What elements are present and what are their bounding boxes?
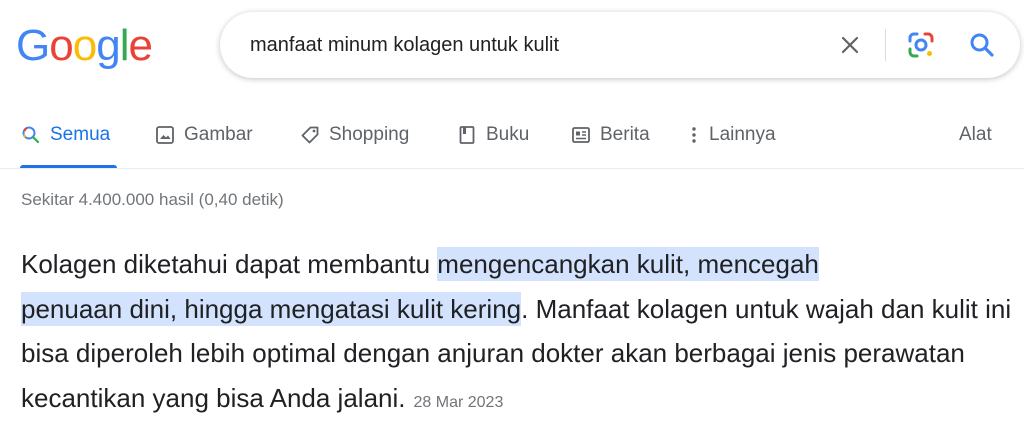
image-icon [154, 124, 176, 146]
snippet-highlight: penuaan dini, hingga mengatasi kulit ker… [21, 291, 522, 326]
tab-berita[interactable]: Berita [570, 112, 650, 158]
tab-label: Berita [600, 124, 650, 145]
search-tabs: Semua Gambar Shopping Buku Berita Lainny… [0, 112, 1024, 170]
search-icon [20, 124, 42, 146]
close-icon [841, 36, 859, 54]
search-input[interactable]: manfaat minum kolagen untuk kulit [250, 12, 559, 78]
logo-letter: l [119, 21, 130, 70]
search-divider [885, 29, 886, 61]
logo-letter: o [72, 21, 98, 70]
logo-letter: g [96, 21, 121, 70]
tab-label: Lainnya [709, 124, 776, 145]
tab-semua[interactable]: Semua [20, 112, 110, 158]
news-icon [570, 124, 592, 146]
tools-label: Alat [959, 124, 992, 145]
logo-letter: e [128, 21, 153, 70]
search-button[interactable] [966, 29, 998, 61]
tab-lainnya[interactable]: Lainnya [687, 112, 776, 158]
snippet-text-before: Kolagen diketahui dapat membantu [21, 249, 438, 279]
tab-shopping[interactable]: Shopping [299, 112, 409, 158]
featured-snippet: Kolagen diketahui dapat membantu mengenc… [21, 242, 1021, 425]
search-box: manfaat minum kolagen untuk kulit [220, 12, 1020, 78]
google-logo[interactable]: Google [16, 18, 153, 74]
snippet-date: 28 Mar 2023 [413, 393, 504, 411]
tab-label: Buku [486, 124, 530, 145]
snippet-highlight: mengencangkan kulit, mencegah [437, 247, 819, 281]
more-vert-icon [687, 124, 701, 146]
tabs-divider [0, 168, 1024, 169]
logo-letter: o [49, 21, 74, 70]
tab-gambar[interactable]: Gambar [154, 112, 253, 158]
tab-buku[interactable]: Buku [456, 112, 529, 158]
google-lens-icon [908, 32, 934, 58]
book-icon [456, 124, 478, 146]
tab-label: Gambar [184, 124, 253, 145]
tab-label: Semua [50, 124, 111, 145]
tab-label: Shopping [329, 124, 410, 145]
clear-search-button[interactable] [834, 29, 866, 61]
tools-button[interactable]: Alat [959, 112, 992, 158]
result-stats: Sekitar 4.400.000 hasil (0,40 detik) [21, 190, 284, 209]
tag-icon [299, 124, 321, 146]
search-icon [970, 33, 994, 57]
lens-button[interactable] [905, 29, 937, 61]
logo-letter: G [16, 21, 50, 70]
